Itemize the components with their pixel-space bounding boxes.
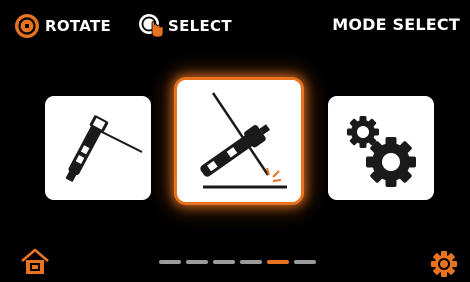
- mode-card-tig[interactable]: [177, 80, 301, 202]
- select-hint: SELECT: [138, 13, 232, 39]
- select-label: SELECT: [168, 17, 232, 35]
- page-dot: [294, 260, 316, 264]
- mig-torch-icon: [50, 100, 146, 196]
- home-icon: [20, 248, 50, 276]
- home-button[interactable]: [20, 248, 50, 276]
- tig-torch-icon: [183, 85, 295, 197]
- rotate-label: ROTATE: [45, 17, 112, 35]
- push-select-icon: [138, 13, 164, 39]
- page-title: MODE SELECT: [332, 15, 460, 34]
- mode-card-mig[interactable]: [45, 96, 151, 200]
- mode-card-settings[interactable]: [328, 96, 434, 200]
- rotate-knob-icon: [14, 13, 40, 39]
- page-dot: [267, 260, 289, 264]
- page-dot: [186, 260, 208, 264]
- page-dot: [159, 260, 181, 264]
- page-dot: [240, 260, 262, 264]
- settings-button[interactable]: [430, 250, 458, 278]
- gear-icon: [430, 250, 458, 278]
- gears-settings-icon: [335, 102, 427, 194]
- rotate-hint: ROTATE: [14, 13, 111, 39]
- page-dot: [213, 260, 235, 264]
